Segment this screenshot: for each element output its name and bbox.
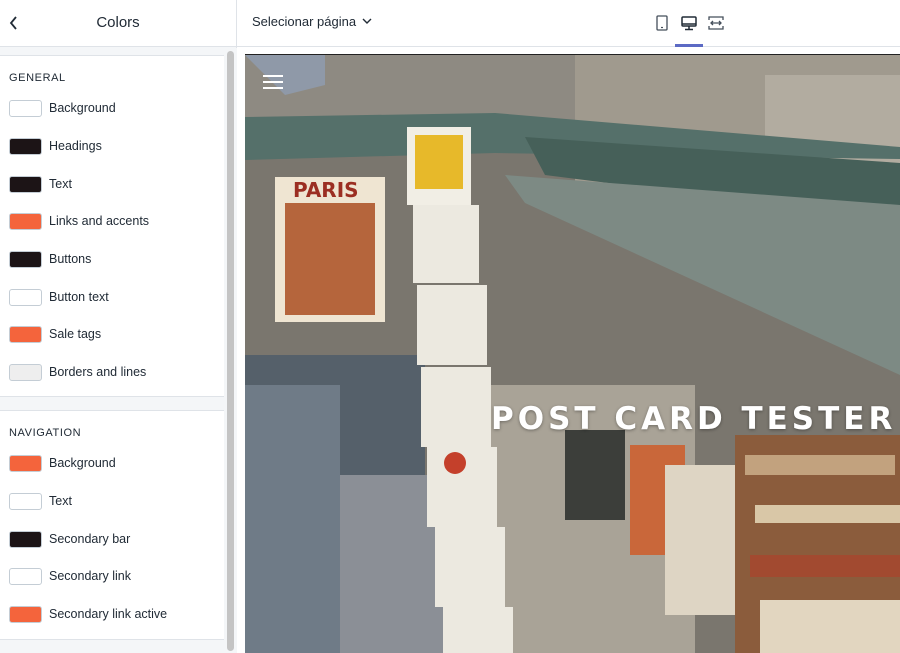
theme-settings-sidebar: Colors GENERAL Background Headings Text … [0,0,237,653]
color-swatch[interactable] [9,212,42,230]
color-setting-text[interactable]: Text [9,175,72,193]
mobile-icon[interactable] [651,12,673,34]
section-heading-general: GENERAL [9,72,66,84]
color-setting-label: Sale tags [49,327,102,341]
color-setting-secondary-link[interactable]: Secondary link [9,567,131,585]
color-setting-label: Background [49,101,116,115]
hero-photo-postcard-stall: PARIS [245,55,900,653]
section-heading-navigation: NAVIGATION [9,427,82,439]
desktop-icon[interactable] [678,12,700,34]
svg-text:PARIS: PARIS [293,178,359,202]
color-setting-background[interactable]: Background [9,99,116,117]
color-setting-label: Secondary link [49,569,131,583]
color-setting-label: Links and accents [49,214,150,228]
color-swatch[interactable] [9,325,42,343]
color-setting-nav-text[interactable]: Text [9,492,72,510]
color-swatch[interactable] [9,605,42,623]
hamburger-icon[interactable] [263,75,283,91]
color-swatch[interactable] [9,492,42,510]
navigation-colors-section: NAVIGATION Background Text Secondary bar… [0,410,224,640]
color-setting-borders-and-lines[interactable]: Borders and lines [9,363,146,381]
color-setting-links-and-accents[interactable]: Links and accents [9,212,149,230]
page-select-label: Selecionar página [252,14,357,29]
color-setting-buttons[interactable]: Buttons [9,250,91,268]
preview-toolbar: Selecionar página [237,0,900,47]
hero-title: POST CARD TESTER [491,401,897,437]
color-setting-sale-tags[interactable]: Sale tags [9,325,101,343]
scrollbar-thumb[interactable] [227,51,234,651]
page-select-dropdown[interactable]: Selecionar página [252,14,372,29]
color-swatch[interactable] [9,250,42,268]
sidebar-header: Colors [0,0,236,47]
color-setting-label: Headings [49,139,102,153]
general-colors-section: GENERAL Background Headings Text Links a… [0,55,224,397]
color-setting-headings[interactable]: Headings [9,137,102,155]
fullscreen-icon[interactable] [705,12,727,34]
color-swatch[interactable] [9,288,42,306]
chevron-down-icon [362,18,372,25]
active-device-indicator [675,44,703,47]
color-setting-label: Buttons [49,252,92,266]
color-swatch[interactable] [9,363,42,381]
color-setting-label: Secondary bar [49,532,131,546]
color-setting-label: Background [49,456,116,470]
storefront-preview: PARIS POST CARD TESTER [245,54,900,653]
color-setting-label: Text [49,177,72,191]
color-swatch[interactable] [9,137,42,155]
color-setting-label: Borders and lines [49,365,147,379]
color-swatch[interactable] [9,175,42,193]
color-setting-nav-background[interactable]: Background [9,454,116,472]
sidebar-title: Colors [96,14,140,31]
color-swatch[interactable] [9,99,42,117]
sidebar-scrollbar[interactable] [224,48,237,653]
color-setting-label: Text [49,494,72,508]
color-swatch[interactable] [9,567,42,585]
color-setting-secondary-link-active[interactable]: Secondary link active [9,605,167,623]
color-swatch[interactable] [9,454,42,472]
color-setting-label: Button text [49,290,109,304]
color-setting-secondary-bar[interactable]: Secondary bar [9,530,130,548]
color-setting-button-text[interactable]: Button text [9,288,109,306]
color-swatch[interactable] [9,530,42,548]
color-setting-label: Secondary link active [49,607,168,621]
